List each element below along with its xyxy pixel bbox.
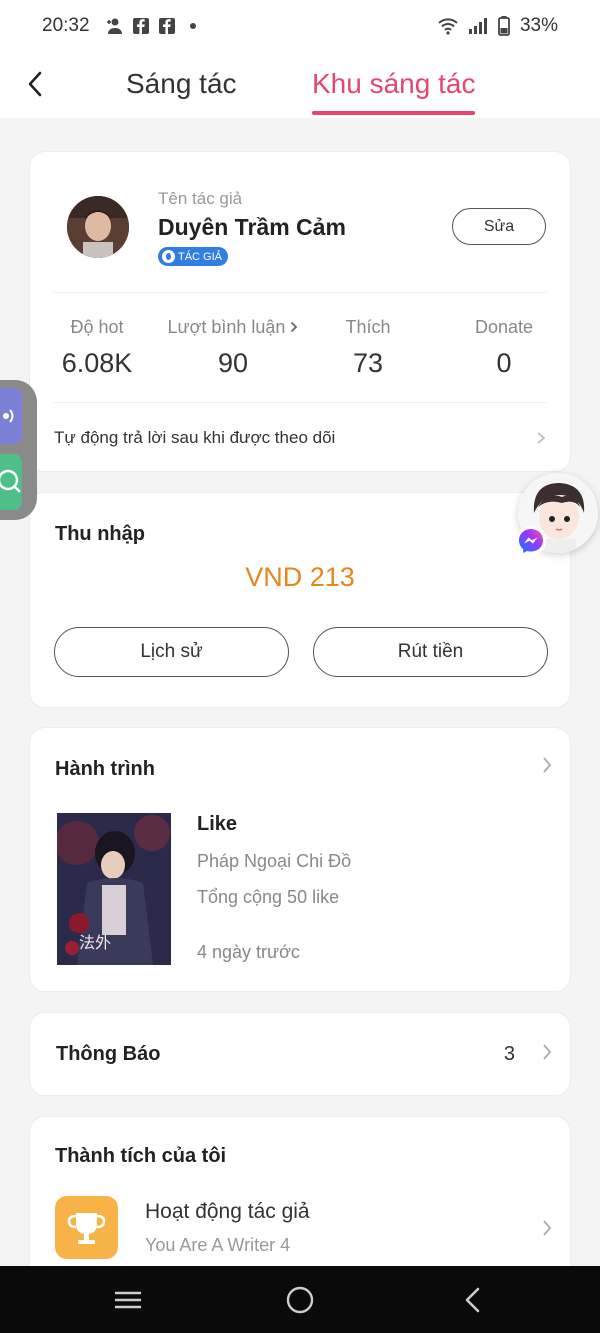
stat-label: Độ hot xyxy=(70,317,124,337)
author-label: Tên tác giả xyxy=(158,189,243,208)
stat-value: 0 xyxy=(496,348,512,378)
facebook-icon-2 xyxy=(158,18,175,34)
achievement-sub: You Are A Writer 4 xyxy=(145,1235,291,1255)
journey-card[interactable]: Hành trình 法外 Like Pháp Ngoại Chi Đồ Tổn… xyxy=(29,727,571,992)
author-name: Duyên Trầm Cảm xyxy=(158,214,346,240)
svg-text:法外: 法外 xyxy=(79,933,111,952)
trophy-glyph xyxy=(67,1213,106,1244)
stat-hot: Độ hot 6.08K xyxy=(37,317,157,379)
author-badge-label: TÁC GIẢ xyxy=(178,250,223,263)
avatar[interactable] xyxy=(67,196,129,258)
auto-reply-label: Tự động trả lời sau khi được theo dõi xyxy=(54,428,336,447)
profile-card: Tên tác giả Duyên Trầm Cảm TÁC GIẢ Sửa Đ… xyxy=(29,151,571,472)
book-cover[interactable]: 法外 xyxy=(57,813,171,965)
notice-card[interactable]: Thông Báo 3 xyxy=(29,1012,571,1096)
journey-entry-time: 4 ngày trước xyxy=(197,942,300,962)
stat-donate: Donate 0 xyxy=(444,317,564,379)
notification-dot-icon xyxy=(189,23,196,29)
chevron-right-icon xyxy=(543,1044,552,1060)
stat-value: 90 xyxy=(217,348,249,378)
floating-side-widget[interactable] xyxy=(0,380,37,520)
recent-apps-icon[interactable] xyxy=(112,1284,144,1316)
system-nav-bar xyxy=(0,1266,600,1333)
notice-title: Thông Báo xyxy=(56,1043,161,1065)
avatar-image xyxy=(67,196,129,258)
stat-comments[interactable]: Lượt bình luận 90 xyxy=(163,317,303,379)
stat-label: Donate xyxy=(474,317,534,337)
messenger-icon[interactable] xyxy=(516,526,546,556)
income-title: Thu nhập xyxy=(55,523,145,545)
income-card: Thu nhập VND 213 Lịch sử Rút tiền xyxy=(29,492,571,708)
author-badge: TÁC GIẢ xyxy=(158,247,229,266)
journey-entry-total: Tổng cộng 50 like xyxy=(197,887,340,907)
tab-khu-sang-tac[interactable]: Khu sáng tác xyxy=(312,67,476,115)
achievements-title: Thành tích của tôi xyxy=(55,1145,227,1167)
status-right: 33% xyxy=(438,15,558,37)
battery-percent: 33% xyxy=(519,15,558,36)
stat-label: Thích xyxy=(345,317,391,337)
auto-reply-row[interactable]: Tự động trả lời sau khi được theo dõi xyxy=(54,418,546,458)
journey-title: Hành trình xyxy=(55,758,155,780)
divider xyxy=(54,292,546,293)
back-arrow-icon[interactable] xyxy=(22,68,52,100)
notice-count: 3 xyxy=(503,1043,515,1065)
book-cover-image: 法外 xyxy=(57,813,171,965)
withdraw-button[interactable]: Rút tiền xyxy=(313,627,548,677)
journey-entry-type: Like xyxy=(197,813,238,835)
wifi-icon xyxy=(438,18,458,35)
home-icon[interactable] xyxy=(284,1284,316,1316)
stat-label: Lượt bình luận xyxy=(163,317,303,338)
chevron-right-icon xyxy=(537,432,546,444)
badge-icon xyxy=(162,250,175,263)
facebook-icon xyxy=(132,18,149,34)
tab-sang-tac[interactable]: Sáng tác xyxy=(126,67,237,115)
floating-voice-icon[interactable] xyxy=(0,388,22,444)
stat-value: 73 xyxy=(352,348,384,378)
signal-icon xyxy=(468,18,487,34)
header: Sáng tác Khu sáng tác xyxy=(0,52,600,118)
stat-likes: Thích 73 xyxy=(308,317,428,379)
status-bar: 20:32 33% xyxy=(0,0,600,52)
comments-label: Lượt bình luận xyxy=(167,317,286,337)
stat-value: 6.08K xyxy=(61,348,133,378)
income-amount: VND 213 xyxy=(245,562,355,592)
messenger-glyph xyxy=(519,529,543,553)
floating-search-icon[interactable] xyxy=(0,454,22,510)
divider xyxy=(54,402,546,403)
chevron-right-icon xyxy=(543,757,552,773)
search-glyph xyxy=(0,469,21,493)
status-time: 20:32 xyxy=(42,15,90,36)
voice-glyph xyxy=(3,409,14,423)
achievement-name[interactable]: Hoạt động tác giả xyxy=(145,1200,310,1224)
chevron-right-icon xyxy=(291,321,298,333)
trophy-icon xyxy=(55,1196,118,1259)
history-button[interactable]: Lịch sử xyxy=(54,627,289,677)
battery-icon xyxy=(498,16,510,36)
edit-button[interactable]: Sửa xyxy=(452,208,546,245)
chevron-right-icon[interactable] xyxy=(542,1219,552,1237)
journey-entry-book: Pháp Ngoại Chi Đồ xyxy=(197,851,352,871)
add-person-icon xyxy=(106,18,122,34)
back-nav-icon[interactable] xyxy=(458,1284,490,1316)
